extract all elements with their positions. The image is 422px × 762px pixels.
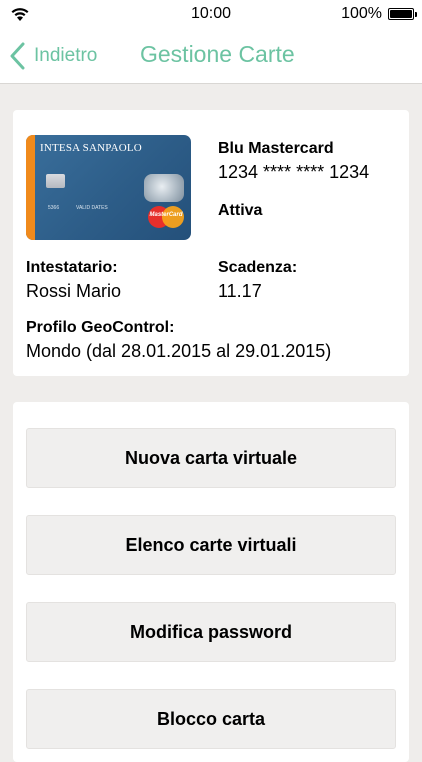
card-details-panel: INTESA SANPAOLO 5366 VALID DATES MasterC… [13,110,409,376]
credit-card-image: INTESA SANPAOLO 5366 VALID DATES MasterC… [26,135,191,240]
card-status: Attiva [218,202,263,219]
card-actions-panel: Nuova carta virtuale Elenco carte virtua… [13,402,409,762]
expiry-value: 11.17 [218,281,262,301]
back-button[interactable]: Indietro [8,40,97,72]
bank-logo: INTESA SANPAOLO [40,142,142,154]
geocontrol-value: Mondo (dal 28.01.2015 al 29.01.2015) [26,341,332,361]
battery-percentage: 100% [341,5,382,22]
geocontrol-label: Profilo GeoControl: [26,319,175,336]
hologram-icon [144,174,184,202]
holder-value: Rossi Mario [26,281,122,301]
expiry-label: Scadenza: [218,259,298,276]
back-label: Indietro [34,45,98,66]
battery-icon [388,8,417,20]
status-bar: 10:00 100% [0,0,422,28]
card-number: 1234 **** **** 1234 [218,162,370,182]
card-chip-icon [46,174,65,188]
chevron-left-icon [10,42,25,70]
page-title: Gestione Carte [140,41,295,67]
navigation-bar: Indietro Gestione Carte [0,28,422,84]
new-virtual-card-button[interactable]: Nuova carta virtuale [26,428,396,488]
card-name: Blu Mastercard [218,140,334,157]
holder-label: Intestatario: [26,259,118,276]
block-card-button[interactable]: Blocco carta [26,689,396,749]
mastercard-logo: MasterCard [144,204,188,230]
virtual-cards-list-button[interactable]: Elenco carte virtuali [26,515,396,575]
change-password-button[interactable]: Modifica password [26,602,396,662]
